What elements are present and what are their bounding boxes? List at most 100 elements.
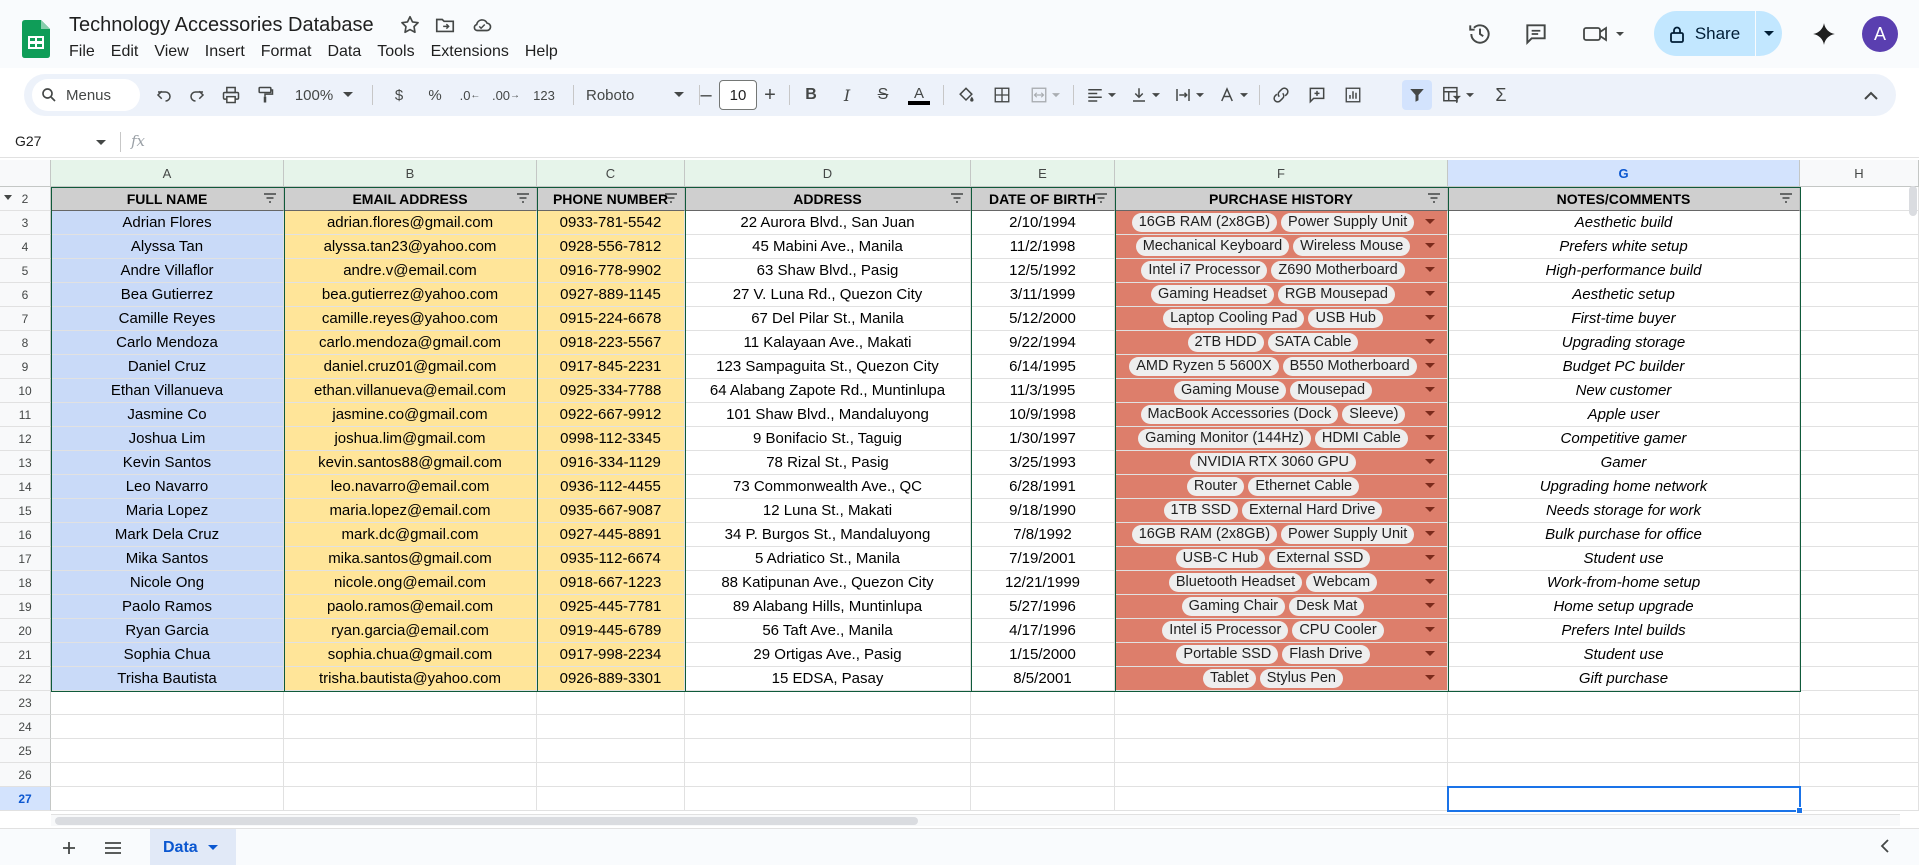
text-rotation-icon[interactable] [1214, 80, 1252, 110]
row-header[interactable]: 6 [0, 283, 51, 307]
empty-cell[interactable] [1800, 763, 1919, 787]
row-header[interactable]: 5 [0, 259, 51, 283]
cell-phone[interactable]: 0917-845-2231 [537, 355, 685, 379]
cell-notes[interactable]: Student use [1448, 547, 1800, 571]
chip-dropdown-icon[interactable] [1425, 555, 1435, 561]
purchase-chip[interactable]: Power Supply Unit [1281, 213, 1415, 232]
cell-notes[interactable]: Upgrading storage [1448, 331, 1800, 355]
row-header[interactable]: 4 [0, 235, 51, 259]
cell-dob[interactable]: 12/21/1999 [971, 571, 1115, 595]
empty-cell[interactable] [537, 691, 685, 715]
empty-cell[interactable] [1800, 499, 1919, 523]
frozen-row-marker-icon[interactable] [4, 195, 12, 200]
cell-email[interactable]: ryan.garcia@email.com [284, 619, 537, 643]
cell-email[interactable]: carlo.mendoza@gmail.com [284, 331, 537, 355]
cell-purchase-history[interactable]: Router Ethernet Cable [1115, 475, 1448, 499]
filter-dropdown-icon[interactable] [1427, 193, 1441, 203]
font-size-input[interactable]: 10 [719, 80, 757, 110]
cell-address[interactable]: 45 Mabini Ave., Manila [685, 235, 971, 259]
chip-dropdown-icon[interactable] [1425, 291, 1435, 297]
cell-full-name[interactable]: Daniel Cruz [51, 355, 284, 379]
empty-cell[interactable] [284, 691, 537, 715]
cell-purchase-history[interactable]: MacBook Accessories (Dock Sleeve) [1115, 403, 1448, 427]
column-header-a[interactable]: A [51, 160, 284, 187]
column-header-f[interactable]: F [1115, 160, 1448, 187]
cell-email[interactable]: daniel.cruz01@gmail.com [284, 355, 537, 379]
cell-address[interactable]: 27 V. Luna Rd., Quezon City [685, 283, 971, 307]
row-header[interactable]: 9 [0, 355, 51, 379]
purchase-chip[interactable]: RGB Mousepad [1277, 285, 1395, 304]
empty-cell[interactable] [51, 739, 284, 763]
row-header[interactable]: 20 [0, 619, 51, 643]
header-cell-phone[interactable]: PHONE NUMBER [537, 187, 685, 211]
cell-full-name[interactable]: Jasmine Co [51, 403, 284, 427]
spreadsheet-grid[interactable]: A B C D E F G H 2 FULL NAME EMAIL ADDRESS PHONE NUM… [0, 160, 1919, 814]
print-icon[interactable] [216, 80, 246, 110]
cell-dob[interactable]: 9/18/1990 [971, 499, 1115, 523]
purchase-chip[interactable]: 16GB RAM (2x8GB) [1131, 213, 1278, 232]
cell-full-name[interactable]: Bea Gutierrez [51, 283, 284, 307]
empty-cell[interactable] [1800, 619, 1919, 643]
zoom-select[interactable]: 100% [291, 80, 357, 110]
vertical-align-icon[interactable] [1126, 80, 1164, 110]
cell-notes[interactable]: Aesthetic build [1448, 211, 1800, 235]
chip-dropdown-icon[interactable] [1425, 219, 1435, 225]
cell-address[interactable]: 67 Del Pilar St., Manila [685, 307, 971, 331]
chip-dropdown-icon[interactable] [1425, 339, 1435, 345]
purchase-chip[interactable]: CPU Cooler [1292, 621, 1384, 640]
cell-full-name[interactable]: Joshua Lim [51, 427, 284, 451]
cell-email[interactable]: camille.reyes@yahoo.com [284, 307, 537, 331]
empty-cell[interactable] [1800, 403, 1919, 427]
functions-icon[interactable]: Σ [1486, 80, 1516, 110]
cell-address[interactable]: 34 P. Burgos St., Mandaluyong [685, 523, 971, 547]
cell-notes[interactable]: First-time buyer [1448, 307, 1800, 331]
comments-icon[interactable] [1518, 16, 1554, 52]
empty-cell[interactable] [1800, 259, 1919, 283]
purchase-chip[interactable]: B550 Motherboard [1282, 357, 1417, 376]
cell-purchase-history[interactable]: Intel i7 Processor Z690 Motherboard [1115, 259, 1448, 283]
cell-dob[interactable]: 5/12/2000 [971, 307, 1115, 331]
cell-email[interactable]: trisha.bautista@yahoo.com [284, 667, 537, 691]
purchase-chip[interactable]: Gaming Mouse [1173, 381, 1287, 400]
chip-dropdown-icon[interactable] [1425, 435, 1435, 441]
purchase-chip[interactable]: Flash Drive [1282, 645, 1370, 664]
empty-cell[interactable] [1800, 331, 1919, 355]
menu-file[interactable]: File [61, 41, 103, 63]
side-panel-toggle-icon[interactable] [1880, 839, 1890, 858]
header-cell-address[interactable]: ADDRESS [685, 187, 971, 211]
header-cell-full-name[interactable]: FULL NAME [51, 187, 284, 211]
cell-phone[interactable]: 0917-998-2234 [537, 643, 685, 667]
menu-insert[interactable]: Insert [197, 41, 253, 63]
cell-full-name[interactable]: Ethan Villanueva [51, 379, 284, 403]
empty-cell[interactable] [1115, 763, 1448, 787]
cell-phone[interactable]: 0998-112-3345 [537, 427, 685, 451]
cell-address[interactable]: 15 EDSA, Pasay [685, 667, 971, 691]
chip-dropdown-icon[interactable] [1425, 363, 1435, 369]
chip-dropdown-icon[interactable] [1425, 531, 1435, 537]
empty-cell[interactable] [1800, 283, 1919, 307]
empty-cell[interactable] [1800, 595, 1919, 619]
empty-cell[interactable] [1800, 571, 1919, 595]
cell-notes[interactable]: Needs storage for work [1448, 499, 1800, 523]
purchase-chip[interactable]: Mousepad [1290, 381, 1373, 400]
cell-full-name[interactable]: Leo Navarro [51, 475, 284, 499]
cell-dob[interactable]: 5/27/1996 [971, 595, 1115, 619]
purchase-chip[interactable]: SATA Cable [1267, 333, 1359, 352]
column-header-d[interactable]: D [685, 160, 971, 187]
menu-help[interactable]: Help [517, 41, 566, 63]
star-icon[interactable] [399, 14, 423, 38]
cell-address[interactable]: 73 Commonwealth Ave., QC [685, 475, 971, 499]
empty-cell[interactable] [1800, 427, 1919, 451]
insert-link-icon[interactable] [1266, 80, 1296, 110]
strikethrough-button[interactable]: S [868, 80, 898, 110]
empty-cell[interactable] [284, 763, 537, 787]
filter-dropdown-icon[interactable] [1779, 193, 1793, 203]
purchase-chip[interactable]: Bluetooth Headset [1168, 573, 1303, 592]
empty-cell[interactable] [1800, 235, 1919, 259]
cell-purchase-history[interactable]: Gaming Mouse Mousepad [1115, 379, 1448, 403]
purchase-chip[interactable]: Webcam [1306, 573, 1378, 592]
cell-notes[interactable]: Aesthetic setup [1448, 283, 1800, 307]
share-button[interactable]: Share [1654, 11, 1755, 56]
cell-purchase-history[interactable]: Portable SSD Flash Drive [1115, 643, 1448, 667]
cell-purchase-history[interactable]: Gaming Chair Desk Mat [1115, 595, 1448, 619]
